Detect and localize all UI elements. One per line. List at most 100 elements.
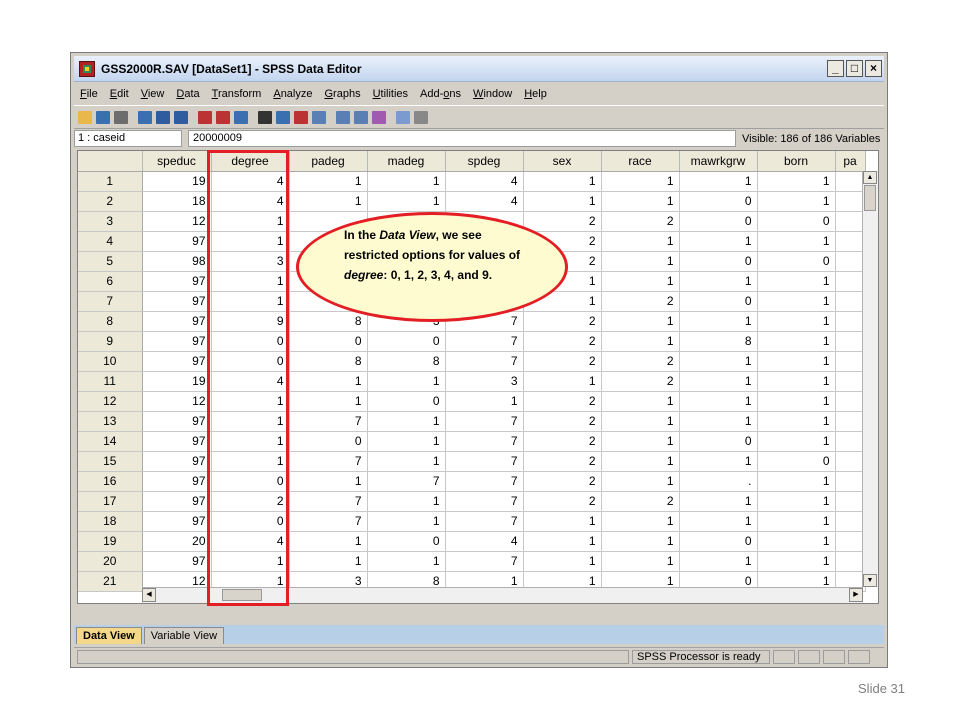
row-number[interactable]: 17 [78,491,143,512]
cell-sex[interactable]: 2 [523,211,602,232]
scroll-right-icon[interactable]: ▶ [849,588,863,602]
cell-born[interactable]: 1 [757,271,836,292]
scroll-left-icon[interactable]: ◀ [142,588,156,602]
cell-born[interactable]: 1 [757,491,836,512]
column-header-madeg[interactable]: madeg [367,151,446,172]
cell-speduc[interactable]: 97 [142,431,212,452]
cell-race[interactable]: 1 [601,251,680,272]
vertical-scrollbar[interactable]: ▲ ▼ [862,171,878,587]
row-number[interactable]: 10 [78,351,143,372]
cell-speduc[interactable]: 19 [142,171,212,192]
cell-speduc[interactable]: 97 [142,491,212,512]
cell-race[interactable]: 1 [601,551,680,572]
cell-degree[interactable]: 3 [211,251,290,272]
cell-padeg[interactable]: 1 [289,171,368,192]
cell-mawrkgrw[interactable]: 0 [679,211,758,232]
menu-graphs[interactable]: Graphs [324,88,360,100]
cell-madeg[interactable]: 1 [367,411,446,432]
cell-mawrkgrw[interactable]: 1 [679,231,758,252]
cell-pa[interactable] [835,411,866,432]
print-icon[interactable] [114,110,128,124]
cell-spdeg[interactable]: 7 [445,451,524,472]
cell-degree[interactable]: 0 [211,471,290,492]
cell-padeg[interactable]: 7 [289,491,368,512]
cell-mawrkgrw[interactable]: 1 [679,171,758,192]
maximize-button[interactable]: □ [846,60,863,77]
row-number[interactable]: 4 [78,231,143,252]
cell-race[interactable]: 2 [601,491,680,512]
cell-speduc[interactable]: 97 [142,411,212,432]
cell-spdeg[interactable]: 7 [445,491,524,512]
cell-madeg[interactable]: 1 [367,191,446,212]
cell-padeg[interactable]: 1 [289,391,368,412]
cell-sex[interactable]: 1 [523,371,602,392]
menu-file[interactable]: File [80,88,98,100]
cell-padeg[interactable]: 7 [289,451,368,472]
cell-race[interactable]: 1 [601,451,680,472]
cell-speduc[interactable]: 97 [142,291,212,312]
cell-race[interactable]: 2 [601,211,680,232]
variables-icon[interactable] [234,110,248,124]
save-icon[interactable] [96,110,110,124]
cell-born[interactable]: 1 [757,371,836,392]
cell-madeg[interactable]: 1 [367,171,446,192]
cell-padeg[interactable]: 1 [289,191,368,212]
cell-born[interactable]: 0 [757,451,836,472]
cell-pa[interactable] [835,391,866,412]
cell-degree[interactable]: 4 [211,371,290,392]
cell-sex[interactable]: 2 [523,471,602,492]
cell-padeg[interactable]: 0 [289,431,368,452]
cell-spdeg[interactable]: 3 [445,371,524,392]
cell-race[interactable]: 1 [601,431,680,452]
column-header-speduc[interactable]: speduc [142,151,212,172]
row-number[interactable]: 6 [78,271,143,292]
row-number[interactable]: 13 [78,411,143,432]
cell-spdeg[interactable]: 7 [445,511,524,532]
cell-mawrkgrw[interactable]: 0 [679,531,758,552]
insert-variable-icon[interactable] [294,110,308,124]
cell-degree[interactable]: 1 [211,271,290,292]
cell-spdeg[interactable]: 7 [445,431,524,452]
cell-sex[interactable]: 2 [523,351,602,372]
cell-pa[interactable] [835,371,866,392]
use-sets-icon[interactable] [396,110,410,124]
cell-race[interactable]: 2 [601,371,680,392]
cell-pa[interactable] [835,471,866,492]
cell-pa[interactable] [835,531,866,552]
horizontal-scrollbar[interactable]: ◀ ▶ [142,587,863,603]
cell-mawrkgrw[interactable]: 0 [679,291,758,312]
cell-born[interactable]: 1 [757,551,836,572]
column-header-spdeg[interactable]: spdeg [445,151,524,172]
split-file-icon[interactable] [312,110,326,124]
cell-speduc[interactable]: 97 [142,231,212,252]
cell-degree[interactable]: 1 [211,431,290,452]
cell-pa[interactable] [835,351,866,372]
cell-spdeg[interactable]: 7 [445,471,524,492]
cell-madeg[interactable]: 1 [367,491,446,512]
cell-mawrkgrw[interactable]: 1 [679,371,758,392]
cell-mawrkgrw[interactable]: 1 [679,271,758,292]
select-cases-icon[interactable] [354,110,368,124]
row-number[interactable]: 19 [78,531,143,552]
cell-pa[interactable] [835,491,866,512]
cell-born[interactable]: 1 [757,171,836,192]
cell-madeg[interactable]: 0 [367,331,446,352]
cell-mawrkgrw[interactable]: 1 [679,451,758,472]
row-number[interactable]: 1 [78,171,143,192]
row-number[interactable]: 21 [78,571,143,592]
cell-born[interactable]: 1 [757,531,836,552]
cell-degree[interactable]: 0 [211,351,290,372]
cell-speduc[interactable]: 12 [142,391,212,412]
cell-race[interactable]: 1 [601,271,680,292]
cell-madeg[interactable]: 1 [367,431,446,452]
menu-view[interactable]: View [141,88,165,100]
dialog-recall-icon[interactable] [138,110,152,124]
cell-madeg[interactable]: 0 [367,531,446,552]
cell-pa[interactable] [835,511,866,532]
cell-degree[interactable]: 1 [211,231,290,252]
column-header-race[interactable]: race [601,151,680,172]
cell-sex[interactable]: 2 [523,391,602,412]
cell-speduc[interactable]: 97 [142,331,212,352]
cell-pa[interactable] [835,331,866,352]
cell-pa[interactable] [835,311,866,332]
